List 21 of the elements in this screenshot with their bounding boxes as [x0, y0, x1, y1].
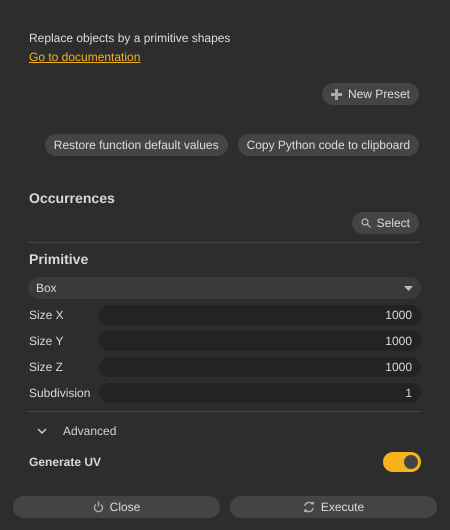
number-field[interactable]: 1000 [99, 305, 421, 325]
field-label: Size Z [29, 360, 64, 374]
field-label: Size Y [29, 334, 64, 348]
section-heading: Primitive [29, 251, 90, 267]
number-field[interactable]: 1 [99, 383, 421, 403]
field-label: Size X [29, 308, 65, 322]
select-button[interactable]: Select [352, 212, 419, 234]
field-label: Subdivision [29, 386, 92, 400]
number-field[interactable]: 1000 [99, 331, 421, 351]
description-text: Replace objects by a primitive shapes [29, 30, 232, 46]
section-heading: Occurrences [29, 190, 116, 206]
close-button[interactable]: Close [13, 496, 220, 518]
action-button[interactable]: Copy Python code to clipboard [238, 134, 419, 156]
option-label: Generate UV [29, 454, 102, 470]
advanced-toggle[interactable]: Advanced [37, 424, 116, 438]
documentation-link[interactable]: Go to documentation [29, 50, 140, 64]
new-preset-button[interactable]: New Preset [322, 83, 419, 105]
action-button[interactable]: Restore function default values [44, 134, 228, 156]
number-field[interactable]: 1000 [99, 357, 421, 377]
execute-button[interactable]: Execute [230, 496, 437, 518]
primitive-dropdown[interactable]: Box [28, 277, 421, 299]
